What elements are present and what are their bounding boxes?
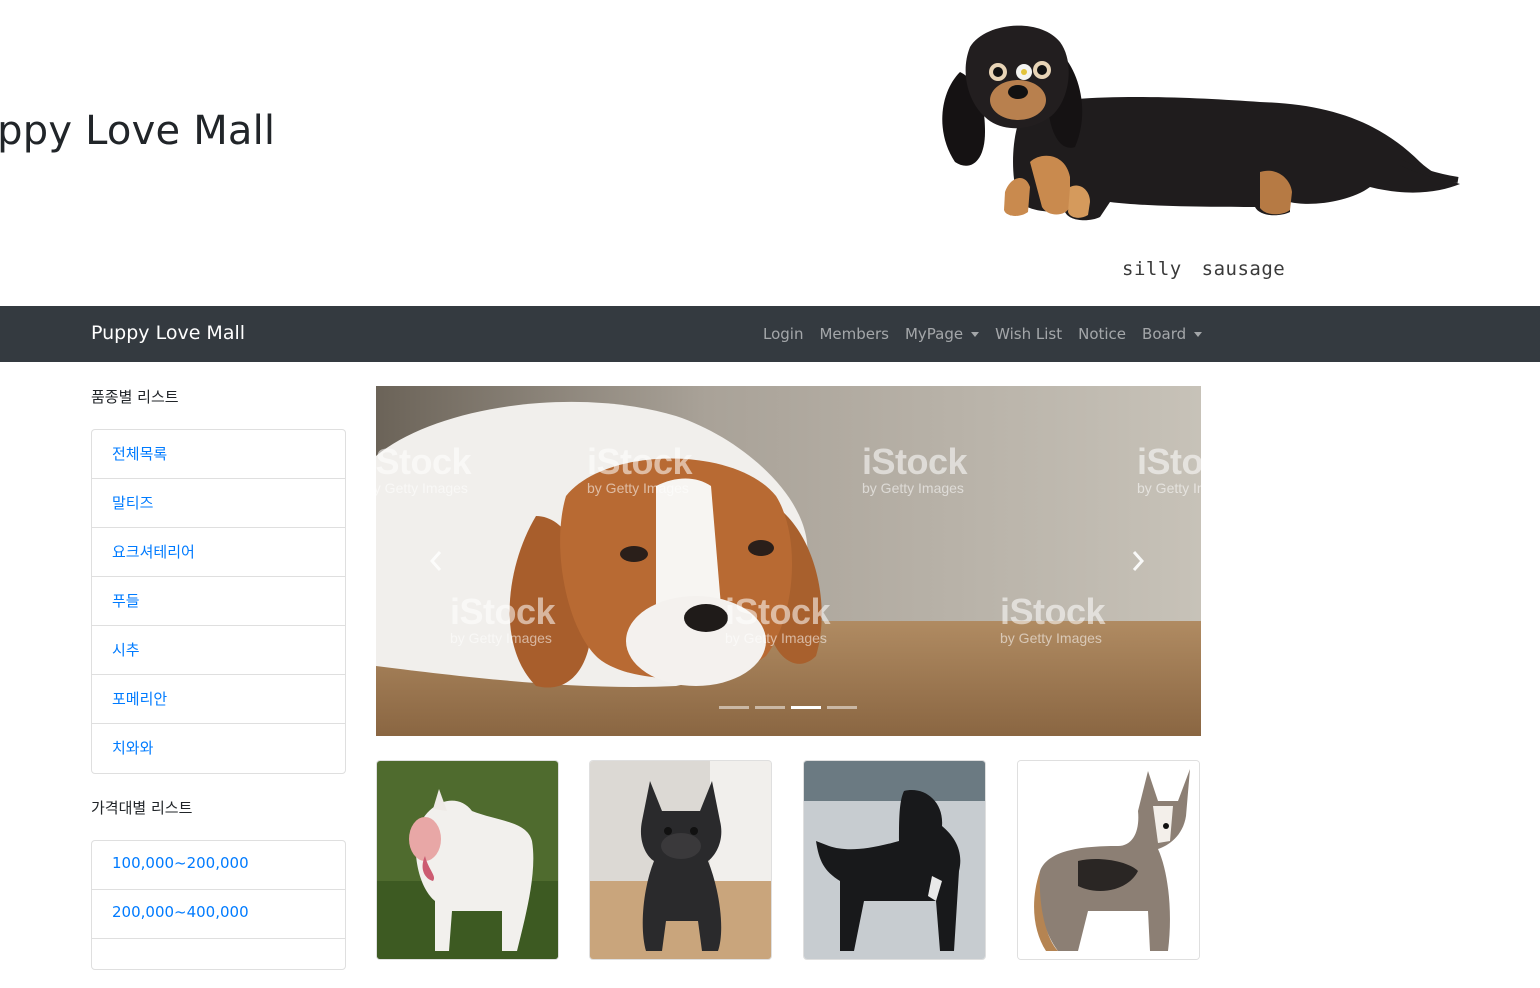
- price-item-100k-200k[interactable]: 100,000~200,000: [92, 841, 345, 890]
- carousel-indicator[interactable]: [719, 706, 749, 709]
- nav-menu: Login Members MyPage Wish List Notice Bo…: [755, 306, 1210, 362]
- caret-down-icon: [971, 331, 980, 337]
- carousel-prev-button[interactable]: [416, 531, 456, 591]
- price-item-next[interactable]: [92, 939, 345, 988]
- corgi-photo: [1018, 761, 1199, 959]
- price-item-200k-400k[interactable]: 200,000~400,000: [92, 890, 345, 939]
- chevron-left-icon: [429, 551, 442, 571]
- breed-item-pomeranian[interactable]: 포메리안: [92, 675, 345, 724]
- site-header: Puppy Love Mall silly sausage: [0, 0, 1540, 306]
- dachshund-illustration: [942, 25, 1460, 221]
- nav-notice-link[interactable]: Notice: [1070, 325, 1134, 343]
- carousel-indicator-active[interactable]: [791, 706, 821, 709]
- nav-notice-label: Notice: [1078, 325, 1127, 343]
- nav-board-label: Board: [1142, 325, 1187, 343]
- price-list-heading: 가격대별 리스트: [91, 799, 193, 817]
- nav-board-dropdown[interactable]: Board: [1134, 325, 1210, 343]
- main-navbar: Puppy Love Mall Login Members MyPage Wis…: [0, 306, 1540, 362]
- beagle-puppy-photo: [376, 386, 1201, 736]
- carousel-indicators: [719, 706, 857, 709]
- breed-list: 전체목록 말티즈 요크셔테리어 푸들 시추 포메리안 치와와: [91, 429, 346, 774]
- product-card[interactable]: [1017, 760, 1200, 960]
- bull-terrier-photo: [377, 761, 558, 959]
- product-card[interactable]: [376, 760, 559, 960]
- nav-members-link[interactable]: Members: [811, 325, 897, 343]
- illustration-caption: silly sausage: [1122, 258, 1286, 280]
- nav-wishlist-label: Wish List: [995, 325, 1063, 343]
- french-bulldog-photo: [590, 761, 771, 959]
- breed-item-chihuahua[interactable]: 치와와: [92, 724, 345, 773]
- product-card[interactable]: [589, 760, 772, 960]
- carousel-indicator[interactable]: [827, 706, 857, 709]
- breed-item-yorkshire-terrier[interactable]: 요크셔테리어: [92, 528, 345, 577]
- nav-mypage-label: MyPage: [904, 325, 964, 343]
- site-title: Puppy Love Mall: [0, 108, 276, 154]
- carousel-next-button[interactable]: [1118, 531, 1158, 591]
- caret-down-icon: [1194, 331, 1203, 337]
- breed-list-heading: 품종별 리스트: [91, 388, 179, 406]
- breed-item-poodle[interactable]: 푸들: [92, 577, 345, 626]
- chevron-right-icon: [1132, 551, 1145, 571]
- nav-wishlist-link[interactable]: Wish List: [987, 325, 1070, 343]
- navbar-brand[interactable]: Puppy Love Mall: [91, 322, 245, 344]
- breed-item-maltese[interactable]: 말티즈: [92, 479, 345, 528]
- nav-login-label: Login: [763, 325, 804, 343]
- product-card[interactable]: [803, 760, 986, 960]
- carousel-indicator[interactable]: [755, 706, 785, 709]
- hero-carousel: iStock by Getty Images iStock by Getty Ima…: [376, 386, 1201, 736]
- nav-mypage-dropdown[interactable]: MyPage: [897, 325, 987, 343]
- breed-item-shih-tzu[interactable]: 시추: [92, 626, 345, 675]
- breed-item-all[interactable]: 전체목록: [92, 430, 345, 479]
- nav-login-link[interactable]: Login: [755, 325, 811, 343]
- staffordshire-terrier-photo: [804, 761, 985, 959]
- nav-members-label: Members: [819, 325, 889, 343]
